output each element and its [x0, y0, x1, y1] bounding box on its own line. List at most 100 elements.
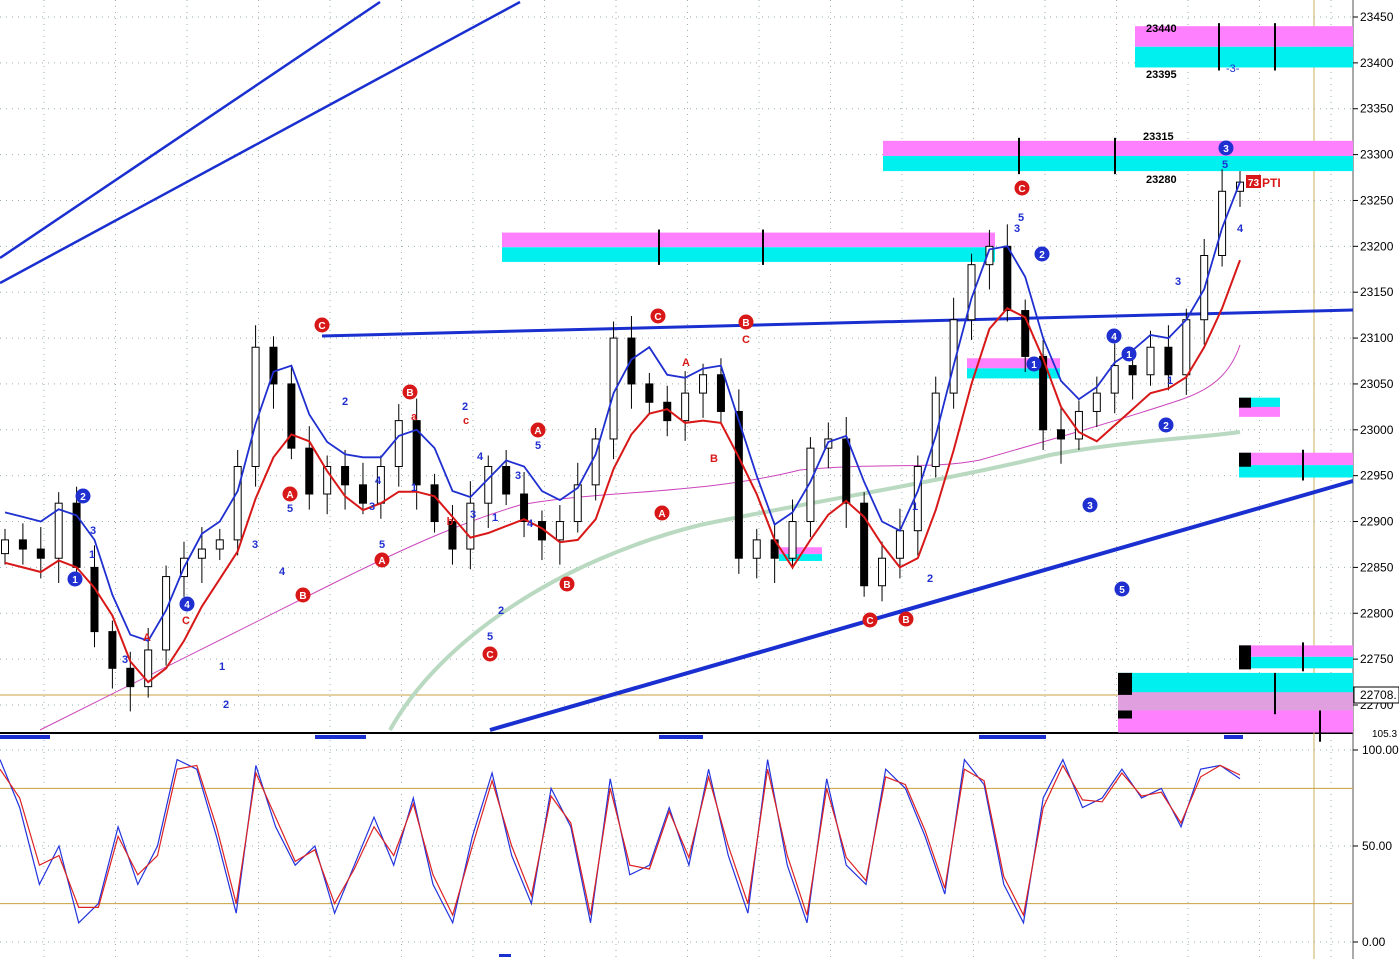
wave-circle-text: A	[534, 426, 541, 437]
wave-circle: B	[898, 611, 914, 627]
target-zone-mid-lower	[883, 155, 1353, 172]
zone-price-label: 23315	[1143, 131, 1174, 143]
wave-label: A	[682, 357, 690, 369]
wave-label: 3	[1014, 223, 1020, 235]
price-axis-label: 23450	[1360, 10, 1394, 24]
target-zone-top-lower	[1135, 46, 1353, 68]
wave-label: 2	[223, 699, 229, 711]
price-axis-label: 22850	[1360, 560, 1394, 574]
candle-body	[341, 465, 350, 486]
candle-body	[645, 383, 654, 403]
wave-circle: C	[482, 646, 498, 662]
candle-body	[734, 410, 743, 559]
price-chart-canvas[interactable]: 23440233952331523280-3- 21421412353CCBCB…	[0, 0, 1399, 959]
wave-label: 3	[369, 501, 375, 513]
wave-circle-text: 4	[184, 600, 190, 611]
wave-circle: A	[374, 552, 390, 568]
zone-bottom-cyan	[1118, 672, 1353, 693]
candle-body	[1, 539, 9, 555]
candle	[734, 389, 743, 574]
resistance-zone-lower	[502, 247, 995, 262]
candle-body	[394, 420, 403, 467]
zone-price-label: 23395	[1146, 69, 1177, 81]
wave-label: 4	[1237, 223, 1244, 235]
candle-body	[1146, 346, 1155, 376]
zone-bottom-magenta	[1118, 710, 1353, 733]
wave-label: b	[447, 516, 454, 528]
price-axis-label: 22900	[1360, 515, 1394, 529]
price-axis-label: 22950	[1360, 469, 1394, 483]
wave-circle-text: B	[742, 318, 749, 329]
candle-body	[1003, 245, 1012, 312]
zone-22960-lower	[1239, 465, 1353, 478]
wave-label: 2	[342, 396, 348, 408]
oscillator-axis-label: 0.00	[1362, 935, 1386, 949]
wave-circle-text: B	[563, 580, 570, 591]
wave-circle-text: 5	[1119, 585, 1125, 596]
candle-body	[895, 530, 904, 559]
zone-mark	[1118, 710, 1132, 719]
wave-circle-text: 3	[1223, 144, 1229, 155]
candle-body	[1092, 392, 1101, 412]
candle-body	[484, 465, 493, 504]
candle-body	[108, 631, 117, 669]
wave-label: -3-	[1226, 63, 1240, 75]
candle-body	[1057, 429, 1066, 440]
wave-circle-text: 1	[1126, 350, 1132, 361]
price-axis-label: 23200	[1360, 239, 1394, 253]
resistance-zone-upper	[502, 232, 995, 248]
candle-body	[1164, 346, 1173, 376]
wave-label: 3	[470, 509, 476, 521]
session-marker	[499, 954, 511, 957]
wave-circle-text: 2	[1163, 421, 1169, 432]
candle	[251, 325, 260, 487]
wave-label: 5	[535, 440, 541, 452]
wave-circle: 3	[1082, 497, 1098, 513]
wave-label: 2	[498, 605, 504, 617]
wave-circle-text: B	[902, 615, 909, 626]
wave-label: 3	[515, 470, 521, 482]
pti-value: 73	[1248, 178, 1260, 189]
zone-price-label: 23440	[1146, 23, 1177, 35]
wave-circle-text: 4	[1111, 332, 1117, 343]
wave-circle: A	[654, 505, 670, 521]
wave-circle: B	[295, 587, 311, 603]
target-zone-mid-upper	[883, 140, 1353, 156]
wave-circle: 1	[1026, 356, 1042, 372]
wave-circle: 2	[75, 488, 91, 504]
wave-label: 4	[279, 566, 286, 578]
wave-circle: 1	[1121, 346, 1137, 362]
wave-label: A	[143, 632, 151, 644]
wave-circle-text: B	[299, 591, 306, 602]
support-zone-b-upper	[779, 547, 822, 555]
wave-label: C	[182, 615, 190, 627]
candle-body	[233, 465, 242, 541]
candle-body	[18, 539, 27, 550]
wave-circle-text: 1	[72, 575, 78, 586]
candle-body	[72, 502, 81, 568]
wave-label: 5	[287, 503, 293, 515]
candle-body	[1182, 319, 1191, 376]
price-axis-label: 23350	[1360, 102, 1394, 116]
wave-circle: B	[402, 384, 418, 400]
candle-body	[788, 521, 797, 559]
candle-body	[681, 392, 690, 422]
wave-circle-text: 2	[80, 492, 86, 503]
wave-label: 2	[462, 401, 468, 413]
zone-price-label: 23280	[1146, 174, 1177, 186]
candle-body	[358, 484, 367, 504]
wave-circle-text: C	[654, 312, 661, 323]
zone-mark	[1239, 452, 1251, 467]
wave-circle-text: 3	[1087, 501, 1093, 512]
wave-circle: C	[314, 317, 330, 333]
wave-circle-text: A	[286, 490, 293, 501]
wave-label: 4	[477, 451, 484, 463]
wave-label: 4	[375, 475, 382, 487]
candle-body	[251, 346, 260, 467]
pti-label: PTI	[1262, 176, 1281, 190]
candle-body	[197, 548, 206, 559]
wave-label: 1	[219, 661, 225, 673]
price-axis-label: 23050	[1360, 377, 1394, 391]
session-marker	[1224, 735, 1243, 739]
wave-circle: 5	[1114, 581, 1130, 597]
